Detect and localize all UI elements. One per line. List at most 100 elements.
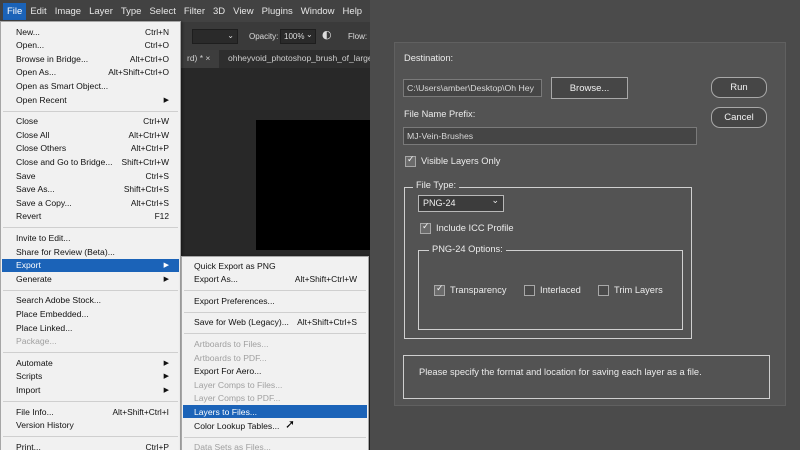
menu-item-label: Close Others — [16, 143, 67, 154]
menu-item-place-linked[interactable]: Place Linked... — [2, 321, 179, 334]
menu-item-open[interactable]: Open... Ctrl+O — [2, 39, 179, 52]
menu-item-export-as[interactable]: Export As... Alt+Shift+Ctrl+W — [183, 273, 367, 286]
menu-item-save-as[interactable]: Save As... Shift+Ctrl+S — [2, 183, 179, 196]
menu-layer[interactable]: Layer — [85, 3, 117, 20]
menu-plugins[interactable]: Plugins — [258, 3, 297, 20]
menu-item-automate[interactable]: Automate ▶ — [2, 356, 179, 369]
doc-tab-active[interactable]: rd) * × — [181, 50, 219, 68]
menu-item-label: Close — [16, 116, 38, 127]
menu-item-search-adobe-stock[interactable]: Search Adobe Stock... — [2, 294, 179, 307]
menu-item-generate[interactable]: Generate ▶ — [2, 272, 179, 285]
menu-select[interactable]: Select — [145, 3, 179, 20]
trim-layers-label: Trim Layers — [614, 285, 663, 295]
submenu-arrow-icon: ▶ — [163, 262, 169, 270]
pressure-opacity-icon[interactable]: ◐ — [322, 28, 332, 41]
menu-item-save-a-copy[interactable]: Save a Copy... Alt+Ctrl+S — [2, 196, 179, 209]
menu-item-save[interactable]: Save Ctrl+S — [2, 169, 179, 182]
menu-item-close-and-go-to-bridge[interactable]: Close and Go to Bridge... Shift+Ctrl+W — [2, 155, 179, 168]
menu-item-browse-in-bridge[interactable]: Browse in Bridge... Alt+Ctrl+O — [2, 52, 179, 65]
transparency-checkbox[interactable] — [434, 284, 445, 296]
menu-bar: File Edit Image Layer Type Select Filter 3D View… — [0, 0, 370, 22]
menu-item-export[interactable]: Export ▶ — [2, 258, 179, 272]
doc-tab[interactable]: ohheyvoid_photoshop_brush_of_large_... — [222, 50, 370, 68]
menu-item-data-sets-as-files[interactable]: Data Sets as Files... — [183, 441, 367, 450]
menu-item-layer-comps-to-pdf[interactable]: Layer Comps to PDF... — [183, 392, 367, 405]
interlaced-label: Interlaced — [540, 285, 581, 295]
menu-item-shortcut: Alt+Shift+Ctrl+S — [297, 317, 357, 328]
menu-item-place-embedded[interactable]: Place Embedded... — [2, 307, 179, 320]
menu-view[interactable]: View — [229, 3, 257, 20]
menu-item-shortcut: Ctrl+P — [145, 441, 169, 450]
chevron-down-icon: ⌄ — [491, 196, 499, 206]
visible-layers-checkbox[interactable] — [405, 155, 416, 167]
trim-layers-checkbox[interactable] — [598, 285, 609, 296]
menu-edit[interactable]: Edit — [26, 3, 50, 20]
menu-item-close-all[interactable]: Close All Alt+Ctrl+W — [2, 128, 179, 141]
prefix-field[interactable]: MJ-Vein-Brushes — [403, 127, 697, 145]
menu-help[interactable]: Help — [339, 3, 367, 20]
file-type-label: File Type: — [413, 180, 460, 190]
menu-item-package[interactable]: Package... — [2, 335, 179, 348]
menu-item-share-for-review-beta[interactable]: Share for Review (Beta)... — [2, 245, 179, 258]
menu-separator — [3, 227, 178, 229]
menu-image[interactable]: Image — [51, 3, 85, 20]
interlaced-checkbox[interactable] — [524, 285, 535, 296]
menu-item-label: Import — [16, 384, 41, 395]
menu-item-artboards-to-pdf[interactable]: Artboards to PDF... — [183, 351, 367, 364]
menu-item-save-for-web-legacy[interactable]: Save for Web (Legacy)... Alt+Shift+Ctrl+S — [183, 316, 367, 329]
menu-item-label: Version History — [16, 420, 74, 431]
menu-item-print[interactable]: Print... Ctrl+P — [2, 440, 179, 450]
menu-item-import[interactable]: Import ▶ — [2, 383, 179, 396]
browse-button[interactable]: Browse... — [551, 77, 628, 99]
icc-profile-checkbox[interactable] — [420, 222, 431, 234]
cancel-button[interactable]: Cancel — [711, 107, 767, 128]
menu-item-artboards-to-files[interactable]: Artboards to Files... — [183, 337, 367, 350]
menu-item-export-preferences[interactable]: Export Preferences... — [183, 294, 367, 307]
transparency-label: Transparency — [450, 285, 507, 295]
destination-field[interactable]: C:\Users\amber\Desktop\Oh Hey — [403, 79, 542, 97]
menu-item-shortcut: Ctrl+O — [144, 40, 169, 51]
menu-item-shortcut: Ctrl+S — [145, 170, 169, 181]
menu-file[interactable]: File — [3, 2, 27, 20]
menu-type[interactable]: Type — [117, 3, 146, 20]
menu-separator — [3, 110, 178, 112]
menu-item-shortcut: Shift+Ctrl+S — [123, 184, 169, 195]
menu-item-quick-export-as-png[interactable]: Quick Export as PNG — [183, 259, 367, 272]
run-button[interactable]: Run — [711, 77, 767, 98]
menu-item-open-recent[interactable]: Open Recent ▶ — [2, 93, 179, 106]
menu-filter[interactable]: Filter — [180, 3, 209, 20]
menu-item-label: Share for Review (Beta)... — [16, 246, 115, 257]
menu-item-new[interactable]: New... Ctrl+N — [2, 25, 179, 38]
submenu-arrow-icon: ▶ — [163, 96, 169, 104]
menu-separator — [3, 436, 178, 438]
menu-item-open-as-smart-object[interactable]: Open as Smart Object... — [2, 79, 179, 92]
menu-item-layers-to-files[interactable]: Layers to Files... — [183, 405, 367, 419]
menu-separator — [184, 290, 366, 292]
menu-item-scripts[interactable]: Scripts ▶ — [2, 370, 179, 383]
menu-separator — [3, 352, 178, 354]
menu-item-revert[interactable]: Revert F12 — [2, 210, 179, 223]
chevron-down-icon[interactable]: ⌄ — [306, 30, 313, 39]
menu-item-close-others[interactable]: Close Others Alt+Ctrl+P — [2, 142, 179, 155]
menu-item-version-history[interactable]: Version History — [2, 419, 179, 432]
menu-item-layer-comps-to-files[interactable]: Layer Comps to Files... — [183, 378, 367, 391]
mode-dropdown[interactable]: ⌄ — [192, 29, 238, 44]
menu-item-file-info[interactable]: File Info... Alt+Shift+Ctrl+I — [2, 405, 179, 418]
menu-item-label: Save for Web (Legacy)... — [194, 317, 289, 328]
menu-item-shortcut: Alt+Ctrl+W — [128, 129, 170, 140]
menu-window[interactable]: Window — [297, 3, 339, 20]
icc-profile-label: Include ICC Profile — [436, 223, 514, 233]
menu-item-shortcut: Alt+Ctrl+S — [130, 197, 169, 208]
menu-item-invite-to-edit[interactable]: Invite to Edit... — [2, 231, 179, 244]
file-type-select[interactable]: PNG-24 ⌄ — [418, 195, 504, 212]
export-submenu: Quick Export as PNG Export As... Alt+Shift… — [181, 256, 369, 450]
menu-3d[interactable]: 3D — [209, 3, 229, 20]
png-options-label: PNG-24 Options: — [429, 244, 506, 254]
menu-item-label: Data Sets as Files... — [194, 442, 271, 450]
menu-item-color-lookup-tables[interactable]: Color Lookup Tables... — [183, 419, 367, 432]
menu-item-close[interactable]: Close Ctrl+W — [2, 115, 179, 128]
submenu-arrow-icon: ▶ — [163, 386, 169, 394]
menu-item-open-as[interactable]: Open As... Alt+Shift+Ctrl+O — [2, 66, 179, 79]
menu-item-export-for-aero[interactable]: Export For Aero... — [183, 365, 367, 378]
menu-item-label: Package... — [16, 336, 57, 347]
